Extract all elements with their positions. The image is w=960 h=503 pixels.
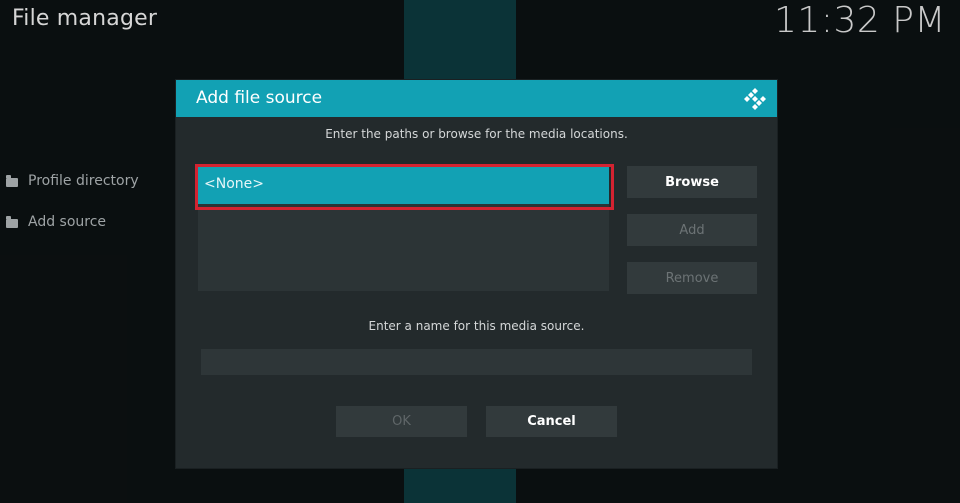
- sidebar-item-label: Add source: [28, 214, 107, 230]
- folder-icon: [6, 215, 18, 228]
- browse-button[interactable]: Browse: [627, 166, 757, 198]
- dialog-title: Add file source: [196, 88, 323, 108]
- sidebar-item-label: Profile directory: [28, 173, 139, 189]
- app-title: File manager: [12, 6, 158, 31]
- folder-icon: [6, 174, 18, 187]
- cancel-button[interactable]: Cancel: [486, 406, 617, 437]
- kodi-logo-icon: [744, 88, 766, 110]
- path-item-label: <None>: [204, 176, 264, 192]
- name-instruction: Enter a name for this media source.: [368, 319, 585, 333]
- add-file-source-dialog: Add file source Enter the paths or brows…: [176, 80, 777, 468]
- remove-button[interactable]: Remove: [627, 262, 757, 294]
- paths-instruction: Enter the paths or browse for the media …: [325, 127, 628, 141]
- sidebar-item-profile-directory[interactable]: Profile directory: [6, 173, 139, 189]
- path-item-none[interactable]: <None>: [198, 164, 609, 204]
- add-button[interactable]: Add: [627, 214, 757, 246]
- path-list[interactable]: <None>: [198, 164, 609, 291]
- clock: 11:32 PM: [774, 0, 946, 41]
- sidebar-item-add-source[interactable]: Add source: [6, 214, 106, 230]
- dialog-header: Add file source: [176, 80, 777, 117]
- source-name-field[interactable]: [201, 349, 752, 375]
- ok-button[interactable]: OK: [336, 406, 467, 437]
